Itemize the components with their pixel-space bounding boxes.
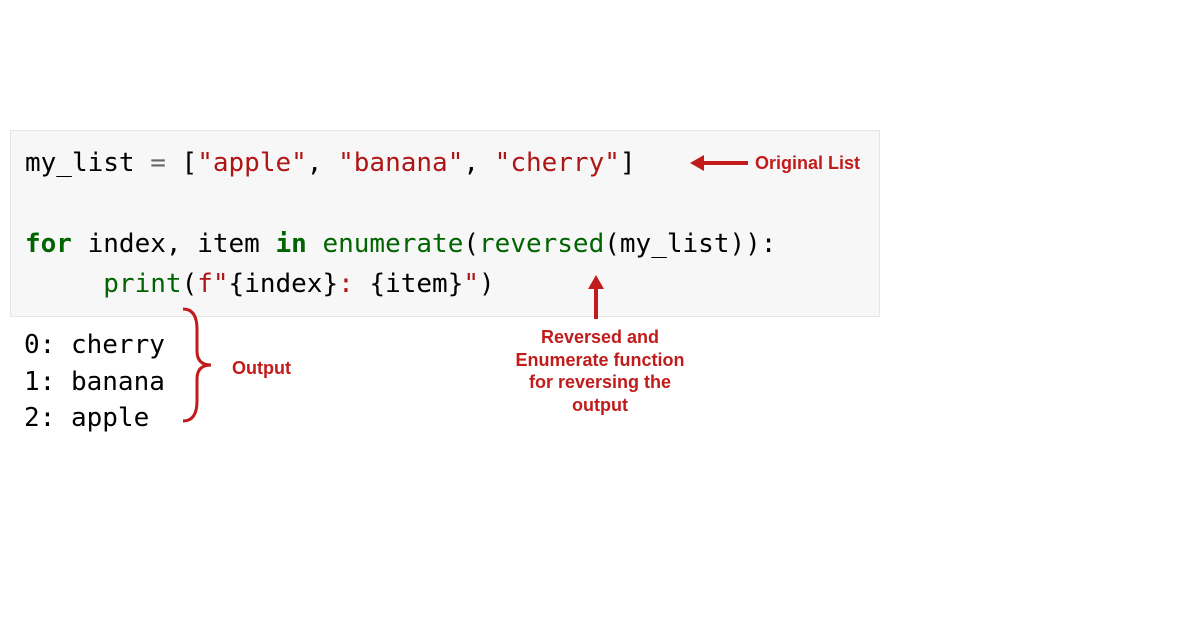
code-colon: :	[761, 229, 777, 259]
code-quote: "	[448, 148, 464, 178]
output-line-1: 1: banana	[24, 367, 165, 397]
code-close-bracket: ]	[620, 148, 636, 178]
code-brace-open: {	[229, 269, 245, 299]
code-keyword-in: in	[276, 229, 307, 259]
code-comma-plain: ,	[166, 229, 182, 259]
code-paren-close: )	[745, 229, 761, 259]
code-space	[260, 229, 276, 259]
code-brace-close: }	[322, 269, 338, 299]
code-comma: ,	[463, 148, 494, 178]
code-var-item-ref: item	[385, 269, 448, 299]
code-paren-open: (	[463, 229, 479, 259]
code-indent	[25, 269, 103, 299]
code-string-apple: apple	[213, 148, 291, 178]
code-space	[72, 229, 88, 259]
output-line-2: 2: apple	[24, 403, 149, 433]
code-var-index-ref: index	[244, 269, 322, 299]
code-string-banana: banana	[354, 148, 448, 178]
output-line-0: 0: cherry	[24, 330, 165, 360]
output-block: 0: cherry 1: banana 2: apple	[10, 317, 880, 436]
code-func-enumerate: enumerate	[322, 229, 463, 259]
code-fstring-open: f"	[197, 269, 228, 299]
code-paren-close: )	[479, 269, 495, 299]
code-var-index: index	[88, 229, 166, 259]
code-variable: my_list	[25, 148, 135, 178]
code-string-cherry: cherry	[510, 148, 604, 178]
code-var-item: item	[197, 229, 260, 259]
code-quote: "	[604, 148, 620, 178]
code-quote: "	[291, 148, 307, 178]
code-open-bracket: [	[182, 148, 198, 178]
code-paren-open: (	[604, 229, 620, 259]
code-paren-close: )	[729, 229, 745, 259]
code-block: my_list = ["apple", "banana", "cherry"] …	[10, 130, 880, 317]
code-variable-ref: my_list	[620, 229, 730, 259]
code-keyword-for: for	[25, 229, 72, 259]
code-brace-open: {	[369, 269, 385, 299]
code-paren-open: (	[182, 269, 198, 299]
code-func-reversed: reversed	[479, 229, 604, 259]
content: my_list = ["apple", "banana", "cherry"] …	[10, 130, 880, 436]
code-quote-close: "	[463, 269, 479, 299]
code-equals: =	[135, 148, 182, 178]
code-space	[182, 229, 198, 259]
code-comma: ,	[307, 148, 338, 178]
code-literal-colon: :	[338, 269, 369, 299]
code-brace-close: }	[448, 269, 464, 299]
code-quote: "	[197, 148, 213, 178]
code-quote: "	[495, 148, 511, 178]
code-space	[307, 229, 323, 259]
code-quote: "	[338, 148, 354, 178]
code-func-print: print	[103, 269, 181, 299]
